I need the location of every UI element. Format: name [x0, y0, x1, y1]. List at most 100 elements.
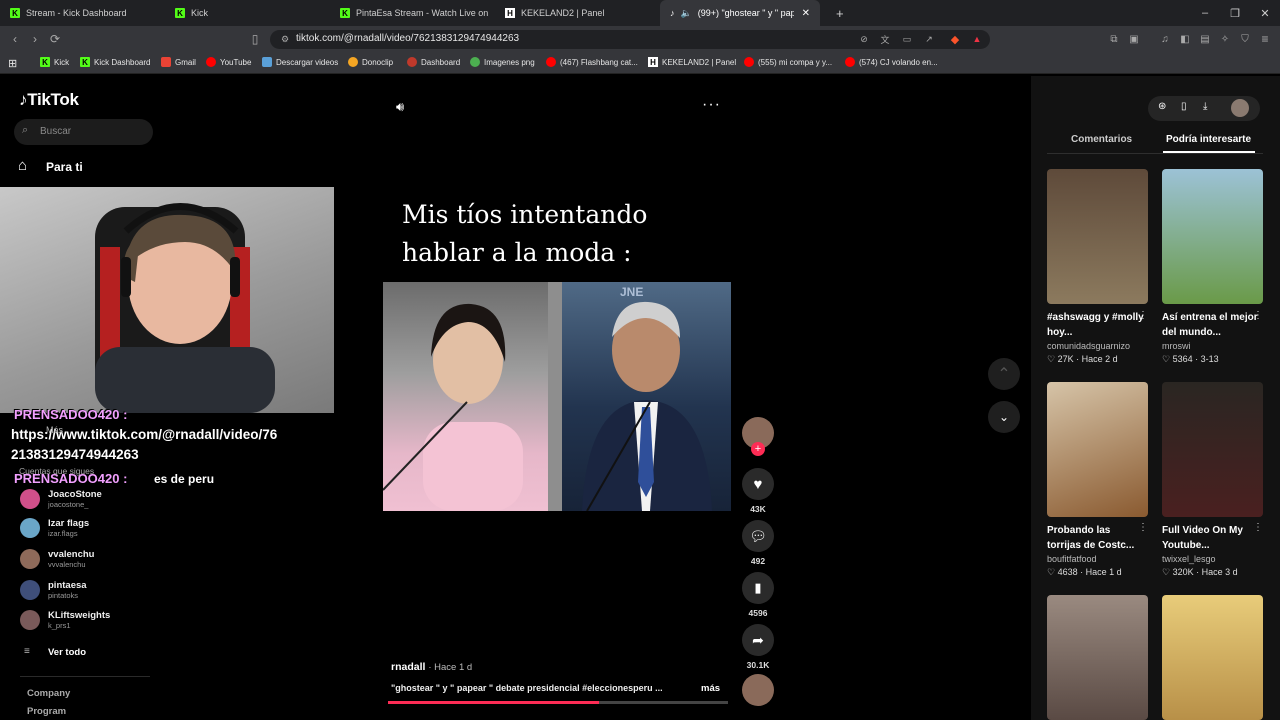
card-menu-icon[interactable]: ⋮ — [1138, 310, 1148, 321]
youtube-icon — [845, 57, 855, 67]
tab-kick[interactable]: K Kick — [165, 0, 330, 26]
avatar — [20, 518, 40, 538]
suggested-video-card[interactable] — [1047, 595, 1148, 720]
bookmark-dashboard[interactable]: Dashboard — [407, 57, 460, 67]
footer-company[interactable]: Company — [27, 688, 70, 699]
ver-todo-link[interactable]: Ver todo — [48, 647, 86, 658]
video-thumbnail[interactable] — [1047, 382, 1148, 517]
next-video-button[interactable]: ⌄ — [988, 401, 1020, 433]
download-icon[interactable]: ⤓ — [1203, 101, 1207, 112]
more-options-icon[interactable]: ··· — [702, 96, 721, 114]
suggested-video-card[interactable]: Probando las torrijas de Costc... boufit… — [1047, 382, 1148, 578]
wallet-icon[interactable]: ▤ — [1196, 30, 1214, 48]
search-input[interactable] — [14, 119, 153, 145]
following-item[interactable]: JoacoStone joacostone_ — [20, 489, 102, 509]
tab-kekeland[interactable]: H KEKELAND2 | Panel — [495, 0, 660, 26]
video-thumbnail[interactable] — [1162, 169, 1263, 304]
sidebar-toggle-icon[interactable]: ▣ — [1125, 30, 1143, 48]
video-thumbnail[interactable] — [1047, 595, 1148, 720]
phone-icon[interactable]: ▯ — [1181, 101, 1187, 112]
video-thumbnail[interactable] — [1047, 169, 1148, 304]
bookmark-descargar[interactable]: Descargar videos — [262, 57, 338, 67]
svg-text:JNE: JNE — [620, 285, 643, 299]
bookmark-compa[interactable]: (555) mi compa y y... — [744, 57, 832, 67]
following-item[interactable]: Izar flags izar.flags — [20, 518, 89, 538]
bookmark-kick[interactable]: K Kick — [40, 57, 69, 67]
apps-grid-icon[interactable]: ⊞ — [8, 57, 17, 70]
chevron-up-icon: ⌃ — [997, 366, 1011, 383]
tracking-icon[interactable]: ⊘ — [855, 30, 873, 48]
bookmark-gmail[interactable]: Gmail — [161, 57, 196, 67]
bookmark-icon[interactable]: ▯ — [246, 30, 264, 48]
minimize-icon[interactable]: – — [1190, 0, 1220, 26]
bookmark-youtube[interactable]: YouTube — [206, 57, 251, 67]
footer-program[interactable]: Program — [27, 706, 66, 717]
share-button[interactable]: ➦ — [742, 624, 774, 656]
nav-para-ti[interactable]: Para ti — [46, 160, 83, 174]
avatar — [20, 610, 40, 630]
screen-icon[interactable]: ▭ — [898, 30, 916, 48]
following-item[interactable]: pintaesa pintatoks — [20, 580, 87, 600]
comment-button[interactable]: 💬︎ — [742, 520, 774, 552]
bookmark-imagenes[interactable]: Imagenes png — [470, 57, 535, 67]
restore-icon[interactable]: ❐ — [1220, 0, 1250, 26]
bookmark-donoclip[interactable]: Donoclip — [348, 57, 393, 67]
reload-icon[interactable]: ⟳ — [46, 30, 64, 48]
compass-icon[interactable]: ⊛ — [1158, 101, 1166, 112]
vpn-icon[interactable]: ⛉ — [1236, 30, 1254, 48]
bookmark-flashbang[interactable]: (467) Flashbang cat... — [546, 57, 638, 67]
tab-podria-interesarte[interactable]: Podría interesarte — [1166, 134, 1251, 145]
bookmark-kick-dashboard[interactable]: K Kick Dashboard — [80, 57, 150, 67]
extensions-icon[interactable]: ⧉ — [1105, 30, 1123, 48]
ai-icon[interactable]: ✧ — [1216, 30, 1234, 48]
tab-tiktok[interactable]: ♪ 🔈 (99+) "ghostear " y " papear " ✕ — [660, 0, 820, 26]
card-menu-icon[interactable]: ⋮ — [1138, 522, 1148, 533]
close-icon[interactable]: ✕ — [802, 8, 810, 19]
suggested-video-card[interactable]: #ashswagg y #molly hoy... comunidadsguar… — [1047, 169, 1148, 365]
tab-kick-dashboard[interactable]: K Stream - Kick Dashboard — [0, 0, 165, 26]
bookmark-cj[interactable]: (574) CJ volando en... — [845, 57, 938, 67]
suggested-video-card[interactable] — [1162, 595, 1263, 720]
panel-icon[interactable]: ◧ — [1176, 30, 1194, 48]
close-window-icon[interactable]: ✕ — [1250, 0, 1280, 26]
dashboard-icon — [407, 57, 417, 67]
back-icon[interactable]: ‹ — [6, 30, 24, 48]
follow-plus-icon[interactable]: + — [751, 442, 765, 456]
share-icon[interactable]: ↗ — [920, 30, 938, 48]
sound-avatar[interactable] — [742, 674, 774, 706]
profile-avatar[interactable] — [1231, 99, 1249, 117]
card-menu-icon[interactable]: ⋮ — [1253, 310, 1263, 321]
sidebar-more-fragment[interactable]: Más — [46, 425, 63, 435]
view-count: ♡ 5364 · 3-13 — [1162, 354, 1219, 364]
suggested-video-card[interactable]: Full Video On My Youtube... twixxel_lesg… — [1162, 382, 1263, 578]
new-tab-button[interactable]: + — [826, 0, 846, 26]
tab-pintaesa[interactable]: K PintaEsa Stream - Watch Live on — [330, 0, 495, 26]
video-author[interactable]: rnadall · Hace 1 d — [391, 661, 472, 673]
music-icon[interactable]: ♫ — [1156, 30, 1174, 48]
rewards-icon[interactable]: ▲ — [968, 30, 986, 48]
volume-icon[interactable]: 🔊︎ — [396, 99, 404, 115]
chat-message: es de peru — [154, 472, 215, 486]
speaker-icon: 🔈 — [680, 7, 692, 18]
tab-comentarios[interactable]: Comentarios — [1071, 134, 1132, 145]
menu-icon[interactable]: ≡ — [1256, 30, 1274, 48]
bookmark-kekeland[interactable]: H KEKELAND2 | Panel — [648, 57, 736, 67]
video-thumbnail[interactable] — [1162, 382, 1263, 517]
image-site-icon — [470, 57, 480, 67]
previous-video-button[interactable]: ⌃ — [988, 358, 1020, 390]
like-button[interactable]: ♥ — [742, 468, 774, 500]
translate-icon[interactable]: 文 — [876, 30, 894, 48]
site-settings-icon[interactable]: ⚙ — [276, 30, 294, 48]
save-button[interactable]: ▮ — [742, 572, 774, 604]
url-text[interactable]: tiktok.com/@rnadall/video/76213831294749… — [296, 33, 519, 44]
card-menu-icon[interactable]: ⋮ — [1253, 522, 1263, 533]
forward-icon[interactable]: › — [26, 30, 44, 48]
chat-link-line2[interactable]: 21383129474944263 — [11, 447, 139, 462]
more-button[interactable]: más — [701, 683, 720, 694]
following-item[interactable]: vvalenchu vvvalenchu — [20, 549, 94, 569]
brave-shield-icon[interactable]: ◆ — [946, 30, 964, 48]
tiktok-logo[interactable]: ♪TikTok — [19, 90, 79, 110]
following-item[interactable]: KLiftsweights k_prs1 — [20, 610, 110, 630]
suggested-video-card[interactable]: Así entrena el mejor del mundo... mroswi… — [1162, 169, 1263, 365]
video-thumbnail[interactable] — [1162, 595, 1263, 720]
